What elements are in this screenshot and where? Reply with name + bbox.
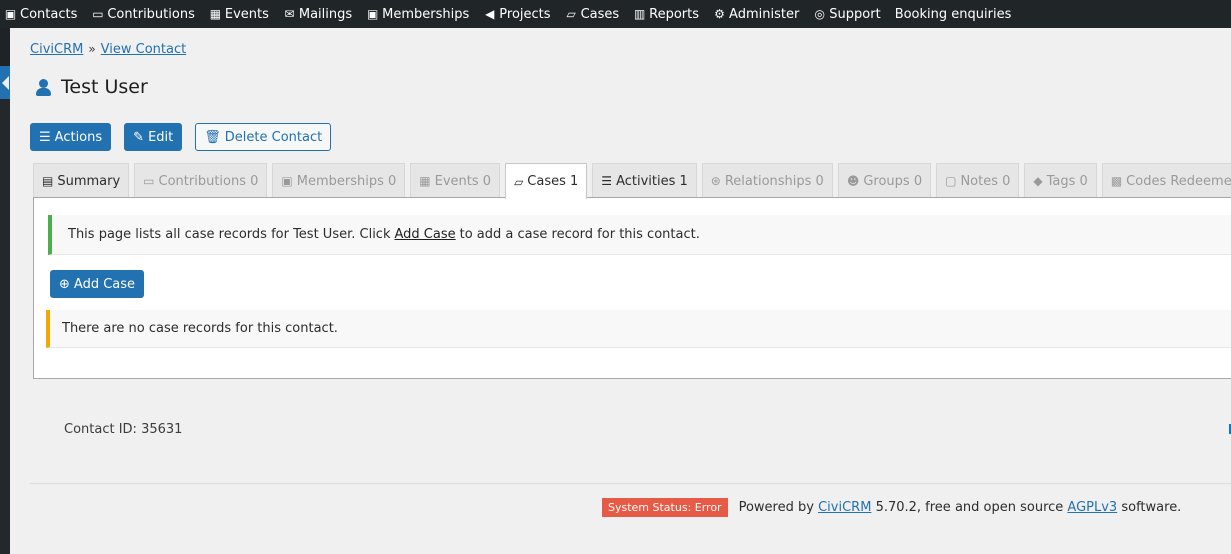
- tab-relationships[interactable]: ⊛ Relationships 0: [701, 163, 833, 198]
- page-title: Test User: [36, 76, 148, 98]
- contact-name: Test User: [61, 76, 148, 98]
- menu-reports[interactable]: ▥ Reports: [633, 7, 699, 22]
- folder-open-icon: ▱: [514, 174, 524, 189]
- sidebar-top: [0, 28, 10, 66]
- bars-icon: ☰: [39, 129, 51, 145]
- add-case-button[interactable]: ⊕ Add Case: [50, 270, 145, 298]
- bar-chart-icon: ▥: [633, 7, 646, 21]
- address-card-icon: ▤: [42, 174, 54, 188]
- tasks-icon: ☰: [601, 174, 613, 188]
- contact-id: Contact ID: 35631: [64, 422, 183, 437]
- id-badge-icon: ▣: [367, 7, 379, 21]
- menu-contacts[interactable]: ▣ Contacts: [4, 7, 78, 22]
- tab-notes[interactable]: ▢ Notes 0: [936, 163, 1020, 198]
- sticky-note-icon: ▢: [945, 174, 957, 188]
- system-status-badge[interactable]: System Status: Error: [602, 498, 728, 517]
- bullhorn-icon: ◀: [485, 7, 495, 21]
- menu-mailings[interactable]: ✉ Mailings: [283, 7, 352, 22]
- tab-codes-redeemed[interactable]: ▩Codes Redeemed 0: [1101, 163, 1231, 198]
- handshake-icon: ⊛: [710, 174, 721, 188]
- add-case-help-link[interactable]: Add Case: [395, 227, 456, 242]
- menu-memberships[interactable]: ▣ Memberships: [366, 7, 469, 22]
- menu-support[interactable]: ◎ Support: [813, 7, 881, 22]
- calendar-icon: ▦: [209, 7, 222, 21]
- trash-icon: 🗑: [204, 129, 221, 145]
- breadcrumb-civicrm-link[interactable]: CiviCRM: [30, 42, 83, 57]
- admin-sidebar: [0, 28, 10, 554]
- qrcode-icon: ▩: [1110, 174, 1123, 188]
- tab-cases[interactable]: ▱ Cases 1: [505, 163, 588, 199]
- tab-events[interactable]: ▦ Events 0: [410, 163, 501, 198]
- footer-divider: [30, 483, 1231, 484]
- empty-cases-notice: There are no case records for this conta…: [46, 310, 1231, 348]
- tab-contributions[interactable]: ▭ Contributions 0: [134, 163, 268, 198]
- folder-open-icon: ▱: [566, 7, 576, 21]
- menu-contributions[interactable]: ▭ Contributions: [91, 7, 195, 22]
- user-icon: [36, 78, 51, 96]
- contact-card-icon: ▣: [4, 7, 17, 21]
- tab-tags[interactable]: ◆ Tags 0: [1024, 163, 1097, 198]
- menu-projects[interactable]: ◀ Projects: [483, 7, 550, 22]
- delete-contact-button[interactable]: 🗑 Delete Contact: [195, 123, 332, 151]
- menu-administer[interactable]: ⚙ Administer: [713, 7, 799, 22]
- tab-activities[interactable]: ☰ Activities 1: [592, 163, 697, 198]
- sidebar-active-item[interactable]: [0, 66, 10, 99]
- pencil-icon: ✎: [133, 129, 145, 145]
- help-message: This page lists all case records for Tes…: [48, 215, 1231, 255]
- plus-circle-icon: ⊕: [59, 276, 70, 292]
- life-ring-icon: ◎: [814, 7, 826, 21]
- contact-tabs: ▤ Summary ▭ Contributions 0 ▣ Memberships 0…: [33, 163, 1231, 199]
- civicrm-link[interactable]: CiviCRM: [818, 500, 871, 515]
- tags-icon: ◆: [1033, 174, 1043, 188]
- breadcrumb-separator: »: [88, 42, 96, 56]
- menu-cases[interactable]: ▱ Cases: [565, 7, 619, 22]
- menu-booking-enquiries[interactable]: Booking enquiries: [895, 7, 1012, 22]
- cases-tab-panel: This page lists all case records for Tes…: [33, 197, 1231, 379]
- edit-button[interactable]: ✎ Edit: [124, 123, 183, 151]
- contact-actions: ☰ Actions ✎ Edit 🗑 Delete Contact: [30, 123, 332, 151]
- id-badge-icon: ▣: [281, 174, 293, 188]
- breadcrumb: CiviCRM » View Contact: [30, 42, 186, 57]
- tab-summary[interactable]: ▤ Summary: [33, 163, 130, 198]
- powered-by-text: Powered by CiviCRM 5.70.2, free and open…: [738, 500, 1182, 515]
- envelope-icon: ✉: [284, 7, 295, 21]
- credit-card-icon: ▭: [92, 7, 104, 21]
- calendar-icon: ▦: [419, 174, 431, 188]
- agpl-link[interactable]: AGPLv3: [1067, 500, 1117, 515]
- cogs-icon: ⚙: [714, 7, 725, 21]
- actions-button[interactable]: ☰ Actions: [30, 123, 112, 151]
- users-icon: ☻: [846, 174, 860, 188]
- menu-events[interactable]: ▦ Events: [209, 7, 269, 22]
- tab-memberships[interactable]: ▣ Memberships 0: [272, 163, 406, 198]
- top-menu-bar: ▣ Contacts ▭ Contributions ▦ Events ✉ Mailin…: [0, 0, 1231, 28]
- footer: System Status: Error Powered by CiviCRM …: [602, 498, 1181, 517]
- tab-groups[interactable]: ☻ Groups 0: [837, 163, 932, 198]
- credit-card-icon: ▭: [143, 174, 155, 188]
- breadcrumb-view-contact-link[interactable]: View Contact: [101, 42, 187, 57]
